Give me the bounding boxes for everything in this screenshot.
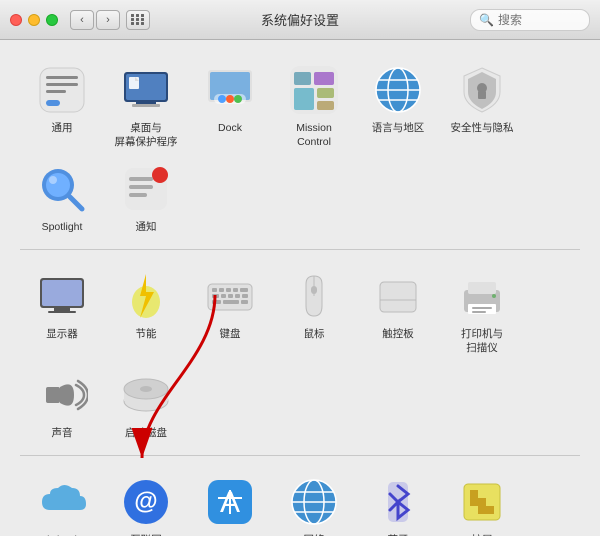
pref-label-security: 安全性与隐私 xyxy=(451,122,514,136)
pref-icon-startup xyxy=(118,367,174,423)
pref-icon-security xyxy=(454,62,510,118)
close-button[interactable] xyxy=(10,14,22,26)
pref-item-extensions[interactable]: 扩展 xyxy=(440,468,524,536)
pref-icon-desktop xyxy=(118,62,174,118)
pref-label-desktop: 桌面与 屏幕保护程序 xyxy=(115,122,178,149)
title-bar: ‹ › 系统偏好设置 🔍 xyxy=(0,0,600,40)
pref-label-notifications: 通知 xyxy=(136,221,157,235)
pref-label-mission: Mission Control xyxy=(296,122,332,149)
pref-item-notifications[interactable]: 通知 xyxy=(104,155,188,241)
pref-item-dock[interactable]: Dock xyxy=(188,56,272,155)
minimize-button[interactable] xyxy=(28,14,40,26)
forward-button[interactable]: › xyxy=(96,10,120,30)
pref-icon-trackpad xyxy=(370,268,426,324)
maximize-button[interactable] xyxy=(46,14,58,26)
pref-item-appstore[interactable]: A App Store xyxy=(188,468,272,536)
pref-icon-internet: @ xyxy=(118,474,174,530)
pref-label-printer: 打印机与 扫描仪 xyxy=(461,328,503,355)
pref-item-language[interactable]: 语言与地区 xyxy=(356,56,440,155)
pref-icon-spotlight xyxy=(34,161,90,217)
pref-icon-mouse xyxy=(286,268,342,324)
section-internet: iCloud @ 互联网 帐户 xyxy=(20,468,580,536)
section-personal: 通用 桌面与 屏幕 xyxy=(20,56,580,241)
pref-item-bluetooth[interactable]: 蓝牙 xyxy=(356,468,440,536)
pref-item-display[interactable]: 显示器 xyxy=(20,262,104,361)
section-hardware: 显示器 节能 xyxy=(20,262,580,447)
window: ‹ › 系统偏好设置 🔍 xyxy=(0,0,600,536)
pref-item-trackpad[interactable]: 触控板 xyxy=(356,262,440,361)
pref-label-spotlight: Spotlight xyxy=(42,221,83,235)
back-button[interactable]: ‹ xyxy=(70,10,94,30)
pref-item-keyboard[interactable]: 键盘 xyxy=(188,262,272,361)
icon-grid-personal: 通用 桌面与 屏幕 xyxy=(20,56,580,241)
grid-view-button[interactable] xyxy=(126,10,150,30)
pref-label-trackpad: 触控板 xyxy=(382,328,414,342)
pref-label-display: 显示器 xyxy=(46,328,78,342)
search-box[interactable]: 🔍 xyxy=(470,9,590,31)
pref-item-sound[interactable]: 声音 xyxy=(20,361,104,447)
pref-icon-extensions xyxy=(454,474,510,530)
pref-icon-icloud xyxy=(34,474,90,530)
divider-2 xyxy=(20,455,580,456)
pref-label-keyboard: 键盘 xyxy=(220,328,241,342)
pref-icon-dock xyxy=(202,62,258,118)
pref-label-mouse: 鼠标 xyxy=(304,328,325,342)
traffic-lights xyxy=(10,14,58,26)
pref-label-sound: 声音 xyxy=(52,427,73,441)
pref-icon-keyboard xyxy=(202,268,258,324)
divider-1 xyxy=(20,249,580,250)
main-content: 通用 桌面与 屏幕 xyxy=(0,40,600,536)
pref-icon-network xyxy=(286,474,342,530)
pref-item-energy[interactable]: 节能 xyxy=(104,262,188,361)
pref-item-desktop[interactable]: 桌面与 屏幕保护程序 xyxy=(104,56,188,155)
pref-label-energy: 节能 xyxy=(136,328,157,342)
search-icon: 🔍 xyxy=(479,13,494,27)
search-input[interactable] xyxy=(498,13,581,27)
svg-text:@: @ xyxy=(134,488,157,515)
pref-icon-bluetooth xyxy=(370,474,426,530)
icon-grid-hardware: 显示器 节能 xyxy=(20,262,580,447)
pref-icon-energy xyxy=(118,268,174,324)
nav-buttons: ‹ › xyxy=(70,10,120,30)
pref-label-startup: 启动磁盘 xyxy=(125,427,167,441)
pref-label-language: 语言与地区 xyxy=(372,122,425,136)
pref-item-icloud[interactable]: iCloud xyxy=(20,468,104,536)
pref-icon-display xyxy=(34,268,90,324)
pref-label-general: 通用 xyxy=(52,122,73,136)
pref-item-spotlight[interactable]: Spotlight xyxy=(20,155,104,241)
icon-grid-internet: iCloud @ 互联网 帐户 xyxy=(20,468,580,536)
pref-item-network[interactable]: 网络 xyxy=(272,468,356,536)
pref-icon-sound xyxy=(34,367,90,423)
pref-item-security[interactable]: 安全性与隐私 xyxy=(440,56,524,155)
pref-icon-mission xyxy=(286,62,342,118)
pref-item-printer[interactable]: 打印机与 扫描仪 xyxy=(440,262,524,361)
pref-icon-notifications xyxy=(118,161,174,217)
pref-item-mouse[interactable]: 鼠标 xyxy=(272,262,356,361)
pref-item-startup[interactable]: 启动磁盘 xyxy=(104,361,188,447)
pref-icon-printer xyxy=(454,268,510,324)
pref-icon-appstore: A xyxy=(202,474,258,530)
window-title: 系统偏好设置 xyxy=(261,10,339,29)
pref-item-general[interactable]: 通用 xyxy=(20,56,104,155)
pref-item-mission[interactable]: Mission Control xyxy=(272,56,356,155)
pref-item-internet[interactable]: @ 互联网 帐户 xyxy=(104,468,188,536)
pref-label-dock: Dock xyxy=(218,122,242,136)
pref-icon-general xyxy=(34,62,90,118)
pref-icon-language xyxy=(370,62,426,118)
